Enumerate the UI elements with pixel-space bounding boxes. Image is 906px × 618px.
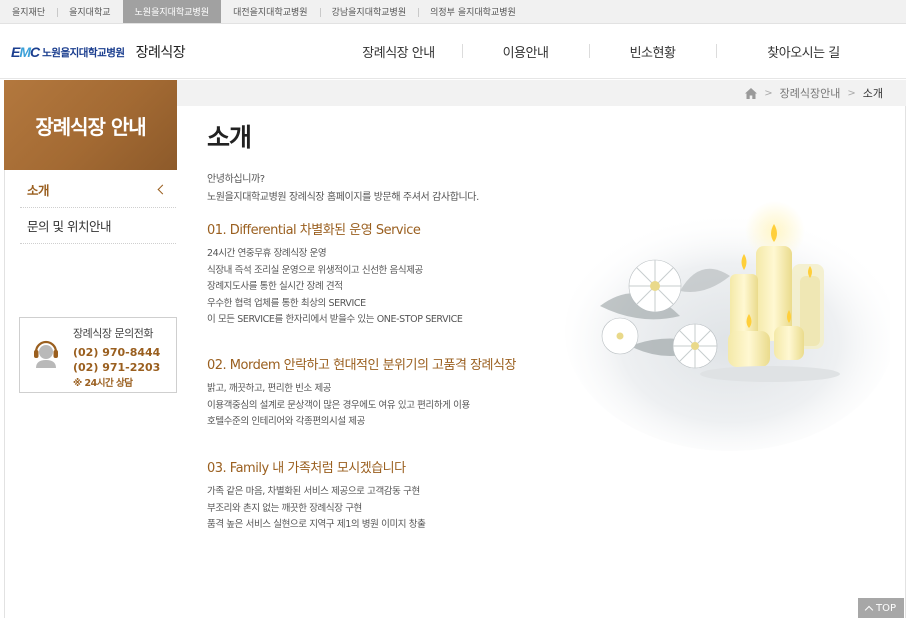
section-differential: 01. Differential 차별화된 운영 Service 24시간 연중… [207, 219, 463, 329]
section-heading: 01. Differential 차별화된 운영 Service [207, 223, 421, 238]
section-modern: 02. Mordem 안락하고 현대적인 분위기의 고품격 장례식장 밝고, 깨… [207, 354, 516, 431]
scroll-top-button[interactable]: TOP [858, 598, 904, 618]
page-title: 소개 [207, 123, 252, 152]
chevron-up-icon [864, 605, 874, 614]
section-heading: 02. Mordem 안락하고 현대적인 분위기의 고품격 장례식장 [207, 358, 516, 373]
section-heading: 03. Family 내 가족처럼 모시겠습니다 [207, 461, 406, 476]
page-root: 을지재단 을지대학교 노원을지대학교병원 대전을지대학교병원 강남을지대학교병원… [0, 0, 906, 618]
main-nav: 장례식장 안내 이용안내 빈소현황 찾아오시는 길 [335, 24, 891, 79]
site-logo[interactable]: EMC 노원을지대학교병원 장례식장 [11, 42, 186, 62]
site-subtitle: 장례식장 [135, 45, 186, 61]
affiliate-bar: 을지재단 을지대학교 노원을지대학교병원 대전을지대학교병원 강남을지대학교병원… [0, 0, 906, 24]
section-line: 부조리와 촌지 없는 깨끗한 장례식장 구현 [207, 502, 362, 514]
section-line: 가족 같은 마음, 차별화된 서비스 제공으로 고객감동 구현 [207, 486, 420, 497]
nav-item-directions[interactable]: 찾아오시는 길 [716, 24, 891, 79]
breadcrumb-separator: > [847, 87, 856, 99]
contact-phone-2: (02) 971-2203 [73, 361, 161, 374]
section-line: 장례지도사를 통한 실시간 장례 견적 [207, 281, 343, 293]
breadcrumb-item-funeral-guide[interactable]: 장례식장안내 [780, 85, 841, 101]
contact-text: 장례식장 문의전화 (02) 970-8444 (02) 971-2203 ※ … [73, 325, 160, 389]
breadcrumb: > 장례식장안내 > 소개 [745, 80, 883, 106]
section-line: 밝고, 깨끗하고, 편리한 빈소 제공 [207, 383, 332, 394]
contact-box: 장례식장 문의전화 (02) 970-8444 (02) 971-2203 ※ … [19, 317, 177, 393]
affiliate-link-university[interactable]: 을지대학교 [57, 0, 122, 23]
nav-item-room-status[interactable]: 빈소현황 [589, 24, 716, 79]
emc-logo-mark: EMC [11, 44, 40, 60]
contact-hours: ※ 24시간 상담 [73, 378, 133, 389]
sidebar-menu: 소개 문의 및 위치안내 [20, 172, 176, 244]
section-line: 품격 높은 서비스 실현으로 지역구 제1의 병원 이미지 창출 [207, 519, 426, 531]
section-line: 이용객중심의 설계로 문상객이 많은 경우에도 여유 있고 편리하게 이용 [207, 399, 470, 411]
affiliate-link-nowon[interactable]: 노원을지대학교병원 [122, 0, 222, 23]
site-header: EMC 노원을지대학교병원 장례식장 장례식장 안내 이용안내 빈소현황 찾아오… [0, 24, 906, 79]
section-line: 호텔수준의 인테리어와 각종편의시설 제공 [207, 416, 365, 428]
section-line: 우수한 협력 업체를 통한 최상의 SERVICE [207, 297, 366, 309]
left-border-line [4, 170, 5, 618]
section-line: 24시간 연중무휴 장례식장 운영 [207, 248, 327, 259]
sidebar-header: 장례식장 안내 [4, 80, 177, 170]
affiliate-link-uijeongbu[interactable]: 의정부 을지대학교병원 [418, 0, 528, 23]
affiliate-link-foundation[interactable]: 을지재단 [0, 0, 57, 23]
sidebar-title: 장례식장 안내 [35, 114, 146, 139]
chevron-left-icon [157, 184, 168, 195]
home-icon[interactable] [745, 87, 758, 99]
section-family: 03. Family 내 가족처럼 모시겠습니다 가족 같은 마음, 차별화된 … [207, 457, 426, 534]
scroll-top-label: TOP [875, 602, 896, 614]
sidebar-item-contact-location[interactable]: 문의 및 위치안내 [20, 208, 176, 244]
sidebar-item-intro[interactable]: 소개 [20, 172, 176, 208]
intro-line: 노원을지대학교병원 장례식장 홈페이지를 방문해 주셔서 감사합니다. [207, 192, 479, 203]
affiliate-link-daejeon[interactable]: 대전을지대학교병원 [221, 0, 320, 23]
hospital-name: 노원을지대학교병원 [42, 46, 125, 59]
sidebar-item-label: 문의 및 위치안내 [27, 219, 111, 234]
intro-line: 안녕하십니까? [207, 174, 265, 185]
contact-title: 장례식장 문의전화 [73, 327, 153, 340]
section-line: 이 모든 SERVICE를 한자리에서 받을수 있는 ONE-STOP SERV… [207, 314, 463, 326]
sidebar-item-label: 소개 [27, 183, 50, 198]
breadcrumb-current: 소개 [862, 87, 883, 100]
nav-item-usage-guide[interactable]: 이용안내 [462, 24, 589, 79]
section-line: 식장내 즉석 조리실 운영으로 위생적이고 신선한 음식제공 [207, 264, 423, 276]
nav-item-funeral-guide[interactable]: 장례식장 안내 [335, 24, 462, 79]
candles-chrysanthemum-illustration [565, 201, 890, 451]
headset-icon [34, 340, 58, 368]
breadcrumb-separator: > [764, 87, 773, 99]
affiliate-link-gangnam[interactable]: 강남을지대학교병원 [319, 0, 419, 23]
contact-phone-1: (02) 970-8444 [73, 346, 161, 359]
intro-text: 안녕하십니까? 노원을지대학교병원 장례식장 홈페이지를 방문해 주셔서 감사합… [207, 171, 479, 207]
